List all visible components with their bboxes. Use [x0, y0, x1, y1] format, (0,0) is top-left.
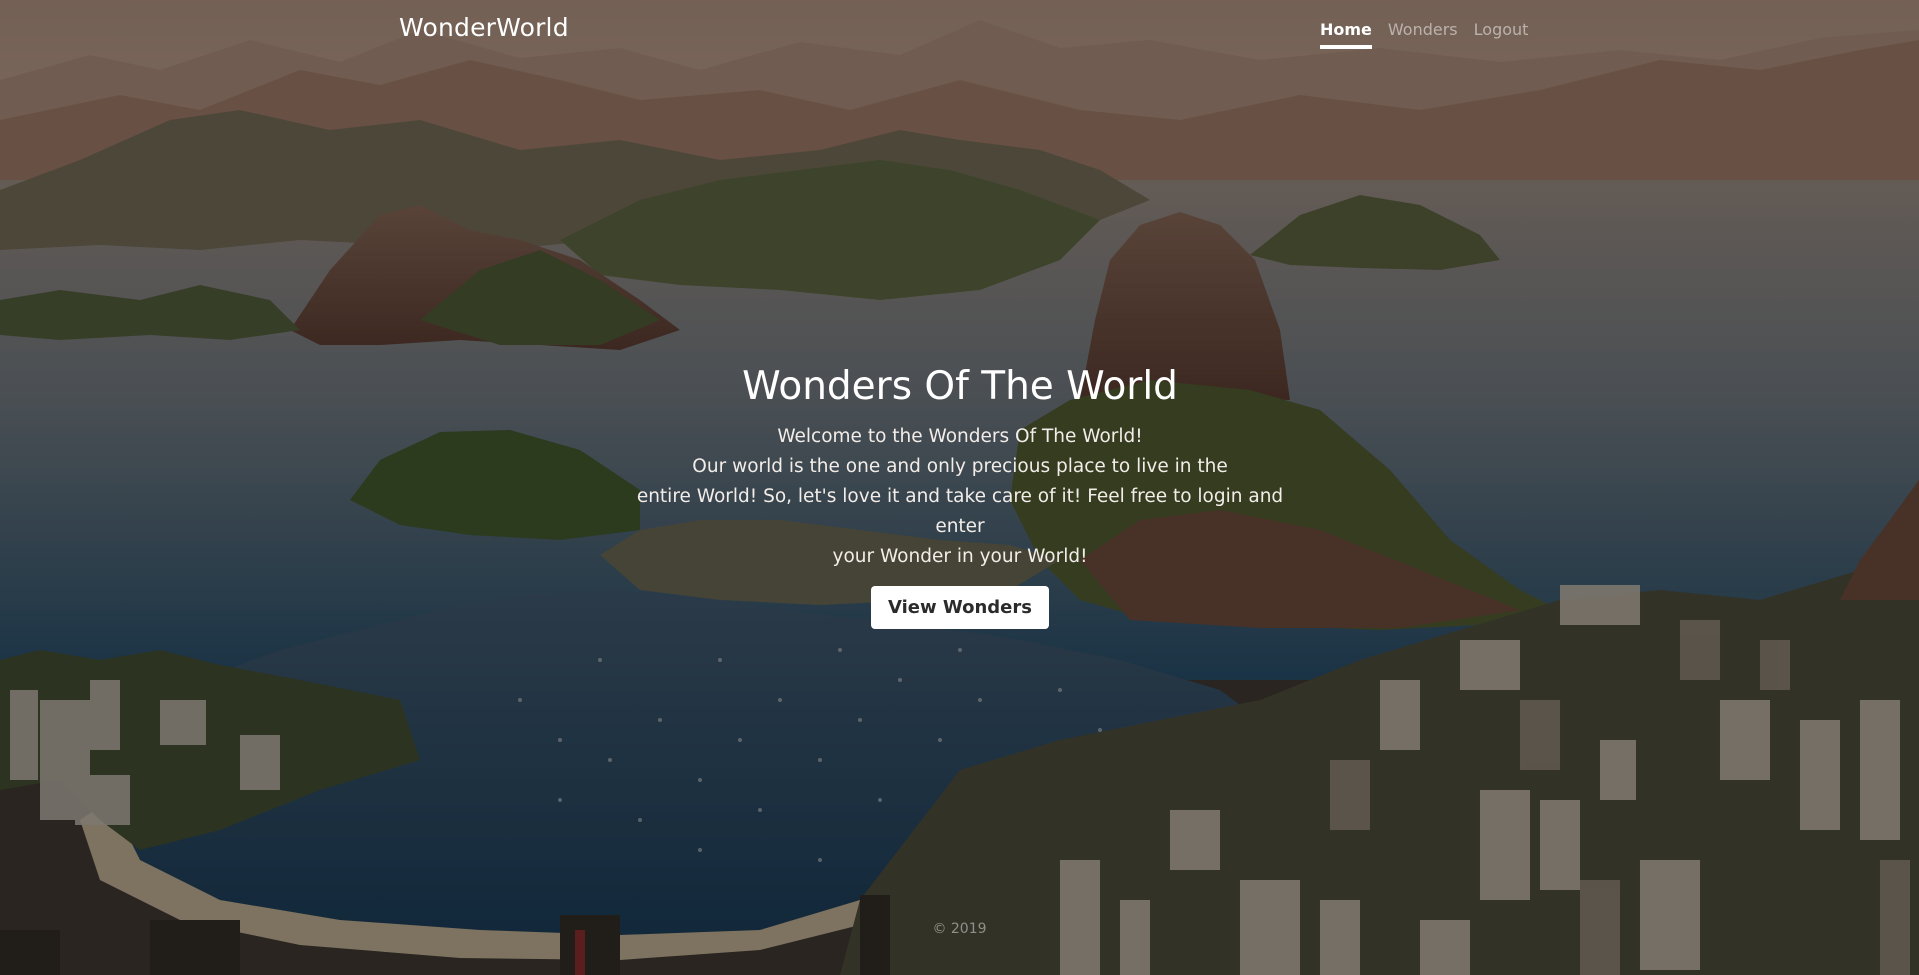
hero-lead-line-1: Welcome to the Wonders Of The World! [777, 426, 1143, 447]
hero-lead: Welcome to the Wonders Of The World! Our… [620, 422, 1300, 572]
view-wonders-button[interactable]: View Wonders [871, 586, 1049, 629]
hero-lead-line-2: Our world is the one and only precious p… [692, 456, 1228, 477]
nav-item-wonders[interactable]: Wonders [1388, 20, 1458, 49]
hero-title: Wonders Of The World [742, 364, 1178, 409]
hero-lead-line-4: your Wonder in your World! [832, 546, 1088, 567]
nav-item-logout[interactable]: Logout [1474, 20, 1529, 49]
main-nav: Home Wonders Logout [1320, 20, 1528, 49]
footer-copyright: © 2019 [932, 921, 987, 937]
hero-lead-line-3: entire World! So, let's love it and take… [636, 486, 1284, 537]
hero-section: Wonders Of The World Welcome to the Wond… [560, 360, 1360, 629]
nav-item-home[interactable]: Home [1320, 20, 1372, 49]
brand-logo[interactable]: WonderWorld [399, 13, 569, 42]
page: WonderWorld Home Wonders Logout Wonders … [0, 0, 1919, 975]
